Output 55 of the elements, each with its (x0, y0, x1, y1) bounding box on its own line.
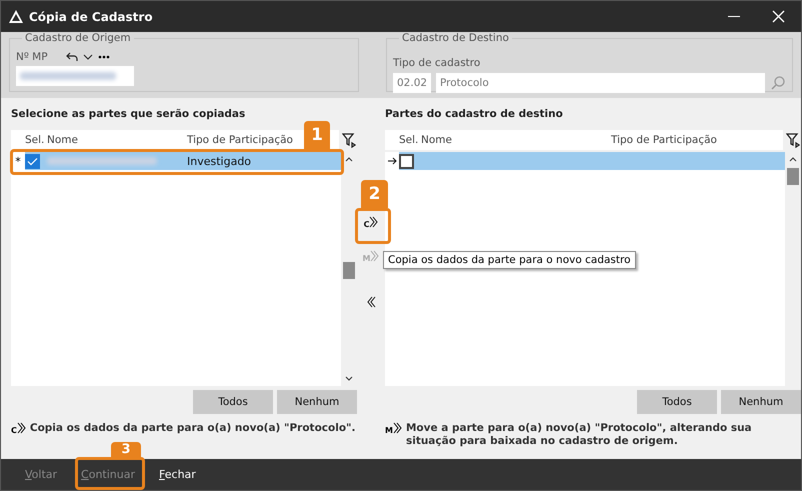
group-legend: Cadastro de Origem (22, 32, 134, 44)
legend-text: Move a parte para o(a) novo(a) "Protocolo", alterando sua situação para baixada no cadastro de origem. (406, 422, 753, 448)
callout-badge: 2 (361, 180, 388, 208)
filter-icon[interactable] (786, 132, 800, 148)
input-field[interactable]: 02.02 (393, 73, 431, 93)
select-button[interactable]: Todos (193, 390, 273, 414)
close-icon[interactable] (772, 10, 784, 23)
field-label: Nº MP (16, 51, 48, 63)
group-legend: Cadastro de Destino (399, 32, 512, 44)
icon-letter: M (385, 426, 393, 435)
legend-text: Copia os dados da parte para o(a) novo(a) "Protocolo". (30, 422, 356, 435)
field-label: Tipo de cadastro (393, 57, 480, 69)
column-header[interactable]: Sel. (399, 134, 421, 146)
checkbox[interactable] (25, 154, 40, 168)
select-button[interactable]: Todos (637, 390, 717, 414)
panel-title: Partes do cadastro de destino (385, 108, 564, 122)
double-chevron-right-icon (369, 216, 378, 228)
icon-letter: M (362, 254, 370, 262)
input-field[interactable] (16, 66, 134, 86)
column-header[interactable]: Sel. (25, 134, 47, 146)
scrollbar-thumb[interactable] (787, 168, 799, 185)
footer-button[interactable]: Fechar (149, 464, 206, 485)
tooltip: Copia os dados da parte para o novo cadastro (383, 251, 636, 269)
checkbox[interactable] (399, 154, 414, 168)
select-button[interactable]: Nenhum (721, 390, 801, 414)
scroll-down-icon[interactable] (345, 376, 353, 382)
scroll-up-icon[interactable] (789, 156, 797, 162)
arrow-right-icon (388, 157, 396, 165)
minimize-icon[interactable] (728, 16, 740, 18)
input-field[interactable]: Protocolo (436, 73, 765, 93)
callout-badge: 1 (304, 121, 330, 149)
column-header[interactable]: Tipo de Participação (611, 134, 783, 146)
select-button[interactable]: Nenhum (277, 390, 357, 414)
callout-badge: 3 (111, 442, 141, 457)
table-row[interactable]: * Investigado (11, 152, 341, 170)
double-chevron-left-icon (366, 296, 376, 308)
filter-icon[interactable] (342, 132, 356, 148)
chevron-down-icon[interactable] (82, 54, 93, 60)
window-title: Cópia de Cadastro (29, 10, 154, 24)
column-header[interactable]: Nome (421, 134, 611, 146)
icon-letter: C (11, 426, 17, 435)
icon-letter: C (364, 220, 370, 228)
scroll-up-icon[interactable] (345, 156, 353, 162)
more-icon[interactable] (98, 55, 110, 59)
column-header[interactable]: Nome (47, 134, 187, 146)
double-chevron-right-icon (370, 250, 380, 262)
double-chevron-right-icon (16, 422, 26, 434)
panel-title: Selecione as partes que serão copiadas (11, 108, 246, 122)
scrollbar-thumb[interactable] (343, 262, 355, 279)
app-logo-icon (9, 10, 23, 23)
table-cell-text: Investigado (187, 154, 252, 168)
highlight-frame (75, 457, 145, 490)
undo-icon[interactable] (66, 52, 78, 62)
double-chevron-right-icon (392, 422, 402, 434)
copy-button[interactable]: C (358, 208, 384, 236)
